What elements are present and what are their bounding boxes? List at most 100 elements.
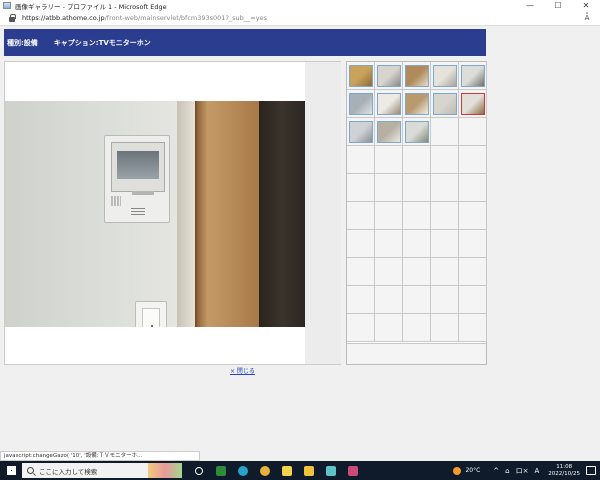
thumbnail-cell — [347, 286, 375, 314]
clock-date: 2022/10/25 — [548, 470, 580, 477]
thumbnail-cell — [459, 230, 487, 258]
thumbnail-cell — [375, 286, 403, 314]
taskbar-search[interactable]: ここに入力して検索 — [22, 463, 182, 478]
thumbnail-cell — [347, 258, 375, 286]
window-title: 画像ギャラリー - プロファイル 1 - Microsoft Edge — [15, 2, 167, 11]
network-icon[interactable]: ⌂ — [505, 467, 509, 475]
close-button[interactable]: ✕ — [572, 0, 600, 11]
thumbnail-cell — [431, 174, 459, 202]
maximize-button[interactable]: ☐ — [544, 0, 572, 11]
tv-intercom-monitor — [104, 135, 170, 223]
url-host: https://atbb.athome.co.jp — [22, 14, 105, 22]
thumbnail-grid — [346, 61, 487, 365]
search-placeholder: ここに入力して検索 — [39, 467, 98, 476]
thumbnail-cell — [347, 314, 375, 342]
thumbnail-cell — [431, 118, 459, 146]
thumb-6[interactable] — [349, 93, 373, 115]
thumbnail-cell — [347, 230, 375, 258]
thumbnail-cell — [431, 258, 459, 286]
system-tray: 20°C ^ ⌂ ロ× A 11:08 2022/10/25 — [453, 461, 600, 480]
thumbnail-cell — [375, 258, 403, 286]
thumbnail-cell — [347, 202, 375, 230]
weather-temp: 20°C — [465, 467, 481, 474]
input-method-icon[interactable]: A — [535, 467, 540, 475]
thumb-8[interactable] — [405, 93, 429, 115]
main-photo — [5, 101, 305, 327]
url-field[interactable]: https://atbb.athome.co.jp/front-web/main… — [22, 14, 580, 22]
minimize-button[interactable]: — — [516, 0, 544, 11]
taskbar: ここに入力して検索 20°C ^ ⌂ ロ× A 11:08 2022/10/25 — [0, 461, 600, 480]
network-app-icon[interactable] — [342, 461, 364, 480]
thumb-10[interactable] — [461, 93, 485, 115]
thumbnail-cell — [375, 202, 403, 230]
task-view-icon[interactable] — [188, 461, 210, 480]
thumbnail-cell — [459, 174, 487, 202]
clock-time: 11:08 — [556, 463, 573, 470]
thumbnail-cell — [431, 202, 459, 230]
thumb-11[interactable] — [349, 121, 373, 143]
thumbnail-cell — [459, 286, 487, 314]
thumb-12[interactable] — [377, 121, 401, 143]
thumb-7[interactable] — [377, 93, 401, 115]
close-link[interactable]: × 閉じる — [230, 366, 255, 375]
thumbnail-cell — [347, 146, 375, 174]
book-icon[interactable] — [320, 461, 342, 480]
thumbnail-cell — [459, 118, 487, 146]
thumbnail-cell — [459, 146, 487, 174]
category-label: 種別:設備 — [7, 38, 38, 47]
thumbnail-cell — [431, 314, 459, 342]
search-highlight-image — [148, 463, 182, 478]
thumbnail-cell — [403, 258, 431, 286]
thumbnail-cell — [375, 146, 403, 174]
chrome-icon[interactable] — [254, 461, 276, 480]
sun-icon — [453, 466, 462, 475]
read-aloud-icon[interactable]: A͒ — [580, 14, 594, 22]
start-button[interactable] — [0, 461, 22, 480]
thumbnail-grid-footer — [347, 343, 486, 364]
photo-panel-margin — [305, 62, 341, 364]
address-bar[interactable]: https://atbb.athome.co.jp/front-web/main… — [0, 11, 600, 26]
sticky-note-icon[interactable] — [276, 461, 298, 480]
tray-overflow-icon[interactable]: ^ — [493, 467, 499, 475]
weather-widget[interactable]: 20°C — [453, 466, 481, 475]
thumbnail-cell — [459, 258, 487, 286]
caption-label: キャプション:TVモニターホン — [53, 38, 151, 47]
thumbnail-cell — [403, 314, 431, 342]
wall-switch — [135, 301, 167, 327]
notification-icon[interactable] — [586, 466, 596, 475]
search-icon — [27, 467, 34, 474]
status-bar: javascript:changeGazo( '10', '設備:ＴＶモニターホ… — [0, 451, 600, 461]
gallery-app-icon — [3, 2, 11, 9]
thumbnail-cell — [431, 230, 459, 258]
thumbnail-cell — [403, 146, 431, 174]
volume-icon[interactable]: ロ× — [516, 466, 529, 476]
thumbnail-cell — [459, 202, 487, 230]
lock-icon[interactable] — [8, 14, 16, 22]
main-photo-panel — [4, 61, 341, 365]
file-explorer-icon[interactable] — [298, 461, 320, 480]
thumbnail-cell — [347, 174, 375, 202]
thumb-13[interactable] — [405, 121, 429, 143]
thumb-3[interactable] — [405, 65, 429, 87]
edge-icon[interactable] — [232, 461, 254, 480]
status-link-preview: javascript:changeGazo( '10', '設備:ＴＶモニターホ… — [0, 451, 200, 461]
thumbnail-cell — [375, 230, 403, 258]
gallery-header: 種別:設備 キャプション:TVモニターホン — [4, 29, 486, 56]
thumb-9[interactable] — [433, 93, 457, 115]
thumb-4[interactable] — [433, 65, 457, 87]
thumb-5[interactable] — [461, 65, 485, 87]
thumb-2[interactable] — [377, 65, 401, 87]
thumbnail-cell — [431, 146, 459, 174]
thumbnail-cell — [431, 286, 459, 314]
thumbnail-cell — [375, 314, 403, 342]
url-path: /front-web/mainservlet/bfcm393s001?_sub_… — [104, 14, 267, 22]
thumb-1[interactable] — [349, 65, 373, 87]
app-green-icon[interactable] — [210, 461, 232, 480]
thumbnail-cell — [459, 314, 487, 342]
thumbnail-cell — [375, 174, 403, 202]
thumbnail-cell — [403, 286, 431, 314]
thumbnail-cell — [403, 230, 431, 258]
clock[interactable]: 11:08 2022/10/25 — [548, 464, 580, 478]
thumbnail-cell — [403, 174, 431, 202]
window-title-bar: 画像ギャラリー - プロファイル 1 - Microsoft Edge — ☐ … — [0, 0, 600, 11]
